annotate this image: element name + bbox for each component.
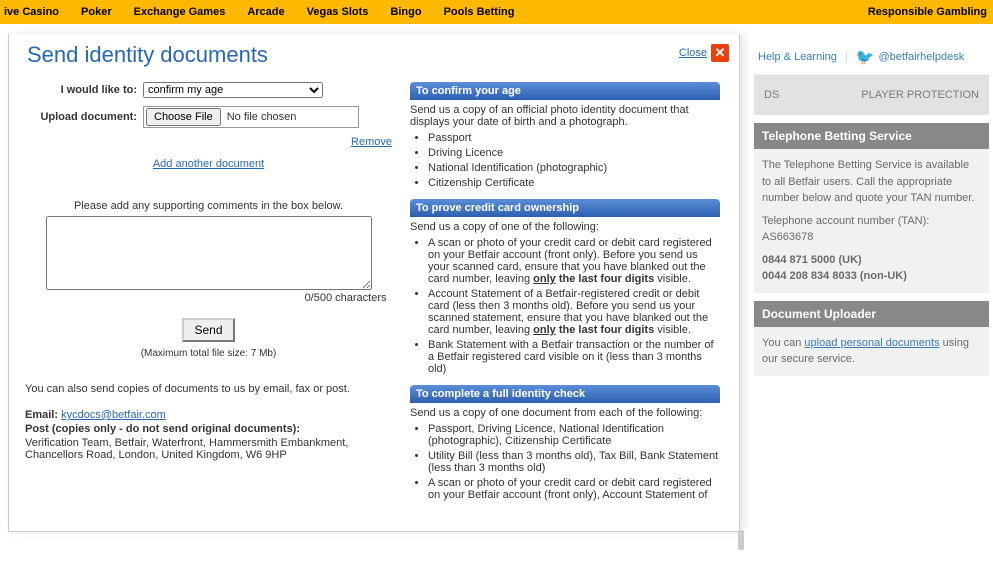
tbs-box: The Telephone Betting Service is availab… (754, 149, 989, 293)
tbs-tan: AS663678 (762, 229, 981, 246)
panel-text: Send us a copy of one document from each… (410, 407, 720, 419)
email-link[interactable]: kycdocs@betfair.com (61, 409, 166, 421)
panel-creditcard: To prove credit card ownership Send us a… (410, 199, 720, 375)
right-sidebar: Help & Learning | 🐦 @betfairhelpdesk DS … (754, 40, 989, 376)
panel-fullcheck: To complete a full identity check Send u… (410, 385, 720, 501)
close-control: Close ✕ (679, 44, 729, 62)
du-heading: Document Uploader (754, 301, 989, 327)
post-label: Post (copies only - do not send original… (25, 423, 300, 435)
nav-item[interactable]: Vegas Slots (307, 6, 369, 18)
close-icon[interactable]: ✕ (711, 44, 729, 62)
responsible-gambling-link[interactable]: Responsible Gambling (868, 6, 987, 18)
tbs-label: Telephone account number (TAN): (762, 213, 981, 230)
panel-heading: To confirm your age (410, 82, 720, 100)
list-item: Passport (428, 132, 720, 144)
list-item: Citizenship Certificate (428, 177, 720, 189)
remove-link[interactable]: Remove (17, 136, 392, 148)
close-link[interactable]: Close (679, 47, 707, 59)
file-input[interactable]: Choose File No file chosen (143, 106, 359, 128)
tab-bar: DS PLAYER PROTECTION (754, 74, 989, 115)
nav-item[interactable]: Exchange Games (134, 6, 226, 18)
add-document-link[interactable]: Add another document (17, 158, 400, 170)
panel-text: Send us a copy of an official photo iden… (410, 104, 720, 128)
nav-item[interactable]: Arcade (247, 6, 284, 18)
comments-label: Please add any supporting comments in th… (17, 200, 400, 212)
post-address: Verification Team, Betfair, Waterfront, … (25, 437, 400, 461)
liketo-select[interactable]: confirm my age (143, 82, 323, 98)
list-item: Bank Statement with a Betfair transactio… (428, 339, 720, 375)
postal-info: You can also send copies of documents to… (25, 383, 400, 461)
list-item: Utility Bill (less than 3 months old), T… (428, 450, 720, 474)
panel-age: To confirm your age Send us a copy of an… (410, 82, 720, 189)
list-item: National Identification (photographic) (428, 162, 720, 174)
list-item: A scan or photo of your credit card or d… (428, 477, 720, 501)
tab-ds[interactable]: DS (754, 75, 789, 115)
email-label: Email: (25, 409, 58, 421)
help-link[interactable]: Help & Learning (758, 51, 837, 63)
panel-heading: To complete a full identity check (410, 385, 720, 403)
max-size-note: (Maximum total file size: 7 Mb) (17, 348, 400, 359)
list-item: A scan or photo of your credit card or d… (428, 237, 720, 285)
tbs-nonuk-number: 0044 208 834 8033 (non-UK) (762, 270, 907, 282)
char-counter: 0/500 characters (31, 292, 387, 304)
tbs-text: The Telephone Betting Service is availab… (762, 157, 981, 207)
twitter-icon: 🐦 (856, 48, 875, 66)
tbs-heading: Telephone Betting Service (754, 123, 989, 149)
top-nav: ive Casino Poker Exchange Games Arcade V… (0, 0, 993, 24)
comments-textarea[interactable] (46, 216, 372, 290)
modal-title: Send identity documents (27, 42, 739, 68)
panel-text: Send us a copy of one of the following: (410, 221, 720, 233)
file-status: No file chosen (227, 111, 297, 123)
list-item: Account Statement of a Betfair-registere… (428, 288, 720, 336)
twitter-handle[interactable]: @betfairhelpdesk (878, 51, 964, 63)
choose-file-button[interactable]: Choose File (146, 108, 221, 126)
tbs-uk-number: 0844 871 5000 (UK) (762, 254, 862, 266)
nav-item[interactable]: Poker (81, 6, 112, 18)
nav-item[interactable]: Bingo (390, 6, 421, 18)
nav-item[interactable]: ive Casino (4, 6, 59, 18)
list-item: Driving Licence (428, 147, 720, 159)
du-box: You can upload personal documents using … (754, 327, 989, 376)
list-item: Passport, Driving Licence, National Iden… (428, 423, 720, 447)
tab-player-protection[interactable]: PLAYER PROTECTION (851, 75, 989, 115)
panel-heading: To prove credit card ownership (410, 199, 720, 217)
postal-intro: You can also send copies of documents to… (25, 383, 400, 395)
identity-modal: Close ✕ Send identity documents I would l… (8, 34, 740, 532)
upload-docs-link[interactable]: upload personal documents (804, 337, 939, 349)
liketo-label: I would like to: (17, 84, 143, 96)
scrollbar-thumb[interactable] (738, 530, 744, 550)
nav-item[interactable]: Pools Betting (444, 6, 515, 18)
send-button[interactable]: Send (182, 318, 234, 342)
upload-label: Upload document: (17, 111, 143, 123)
